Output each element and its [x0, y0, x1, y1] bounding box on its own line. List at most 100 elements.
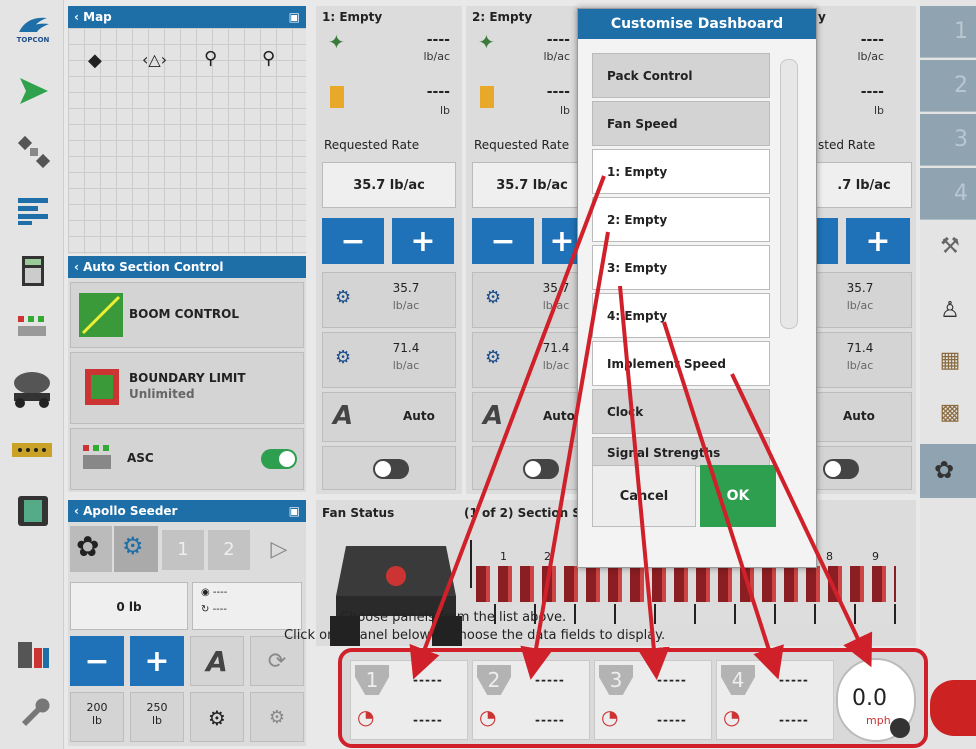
preset-rate-1-button[interactable]: ⚙ 35.7 lb/ac [472, 272, 578, 328]
mini-panel-4[interactable]: 4 ----- ◔ ----- [716, 660, 834, 740]
requested-rate-label: Requested Rate [474, 138, 570, 152]
bins-icon[interactable] [14, 636, 52, 674]
field-settings-icon[interactable]: ▩ [930, 392, 970, 432]
asc-switches-icon[interactable] [14, 308, 52, 346]
product-toggle-row[interactable] [472, 446, 578, 490]
dashboard-tab-1[interactable]: 1 [920, 6, 976, 58]
seeder-weight: 0 lb [70, 582, 188, 630]
preset-rate-1-button[interactable]: 35.7 lb/ac [816, 272, 912, 328]
ok-button[interactable]: OK [700, 465, 776, 527]
instruction-line-1: Choose panels from the list above. [340, 610, 567, 625]
rate-decrease-button[interactable]: − [472, 218, 534, 264]
mini-panel-3[interactable]: 3 ----- ◔ ----- [594, 660, 712, 740]
preset-1-button[interactable]: 200 lb [70, 692, 124, 742]
dialog-scrollbar[interactable] [780, 59, 798, 329]
dashboard-tab-2[interactable]: 2 [920, 60, 976, 112]
dialog-item-1-empty[interactable]: 1: Empty [592, 149, 770, 194]
topcon-logo-icon[interactable]: TOPCON [14, 10, 52, 48]
auto-mode-icon[interactable]: A [190, 636, 244, 686]
rate-decrease-button[interactable]: − [322, 218, 384, 264]
speedometer[interactable]: 0.0 mph [836, 658, 916, 742]
gauge-icon: ◔ [723, 705, 741, 729]
satellite-icon[interactable] [14, 132, 52, 170]
product-rate-unit: lb/ac [857, 50, 884, 63]
mini-panel-1[interactable]: 1 ----- ◔ ----- [350, 660, 468, 740]
tools-icon[interactable]: ⚒ [930, 226, 970, 266]
lock-icon[interactable]: ⚙ [250, 692, 304, 742]
bin-tab-1[interactable]: 1 [162, 530, 204, 570]
product-switch[interactable] [523, 459, 559, 479]
dashboard-tab-4[interactable]: 4 [920, 168, 976, 220]
auto-rate-button[interactable]: A Auto [472, 392, 578, 442]
cancel-button[interactable]: Cancel [592, 465, 696, 527]
product-toggle-row[interactable] [322, 446, 456, 490]
mini-panel-2[interactable]: 2 ----- ◔ ----- [472, 660, 590, 740]
dialog-item-clock[interactable]: Clock [592, 389, 770, 434]
refresh-icon[interactable]: ⟳ [250, 636, 304, 686]
rate-increase-button[interactable]: + [392, 218, 454, 264]
increase-button[interactable]: + [130, 636, 184, 686]
fan-dashboard-tab[interactable]: ✿ [920, 444, 976, 498]
dialog-item-4-empty[interactable]: 4: Empty [592, 293, 770, 338]
dialog-item-signal-strengths[interactable]: Signal Strengths [592, 437, 770, 467]
dashboard-tab-3[interactable]: 3 [920, 114, 976, 166]
dialog-item-implement-speed[interactable]: Implement Speed [592, 341, 770, 386]
map-header[interactable]: ‹ Map ▣ [68, 6, 306, 28]
auto-rate-button[interactable]: Auto [816, 392, 912, 442]
asc-toggle-row[interactable]: ASC [70, 428, 304, 490]
preset-rate-2-button[interactable]: ⚙ 71.4 lb/ac [472, 332, 578, 388]
preset-rate-2-unit: lb/ac [846, 359, 874, 372]
rate-increase-button[interactable]: + [846, 218, 910, 264]
asc-switch[interactable] [261, 449, 297, 469]
harness-icon[interactable] [10, 432, 54, 470]
sections-icon[interactable] [14, 192, 52, 230]
wrench-icon[interactable] [14, 692, 52, 730]
product-switch[interactable] [823, 459, 859, 479]
maximize-icon[interactable]: ▣ [289, 6, 300, 28]
field-icon[interactable]: ▦ [930, 340, 970, 380]
preset-rate-2-button[interactable]: ⚙ 71.4 lb/ac [322, 332, 456, 388]
operator-icon[interactable]: ♙ [930, 290, 970, 330]
calculator-icon[interactable] [14, 252, 52, 290]
zoom-in-icon[interactable]: ⚲ [262, 48, 275, 69]
fan-tab[interactable]: ✿ [70, 526, 112, 572]
dialog-item-pack-control[interactable]: Pack Control [592, 53, 770, 98]
pan-icon[interactable]: ‹△› [142, 50, 167, 69]
auto-rate-button[interactable]: A Auto [322, 392, 456, 442]
product-switch[interactable] [373, 459, 409, 479]
requested-rate-value[interactable]: 35.7 lb/ac [322, 162, 456, 208]
rate-decrease-button[interactable] [816, 218, 838, 264]
asc-header[interactable]: ‹ Auto Section Control [68, 256, 306, 278]
boom-control-button[interactable]: BOOM CONTROL [70, 282, 304, 348]
film-icon[interactable] [14, 492, 52, 530]
rate-increase-button[interactable]: + [542, 218, 582, 264]
mini-bottom-value: ----- [535, 713, 565, 727]
layers-icon[interactable]: ◆ [88, 50, 102, 71]
apollo-header[interactable]: ‹ Apollo Seeder ▣ [68, 500, 306, 522]
seeder-icon[interactable] [10, 370, 54, 408]
implement-status-icon[interactable] [930, 680, 976, 736]
left-sidebar: TOPCON [0, 0, 64, 749]
product-toggle-row[interactable] [816, 446, 912, 490]
requested-rate-value[interactable]: .7 lb/ac [816, 162, 912, 208]
gauge-icon: ◔ [479, 705, 497, 729]
prime-icon[interactable]: ⚙ [190, 692, 244, 742]
dialog-item-2-empty[interactable]: 2: Empty [592, 197, 770, 242]
zoom-out-icon[interactable]: ⚲ [204, 48, 217, 69]
guidance-arrow-icon[interactable] [14, 72, 52, 110]
preset-rate-1-button[interactable]: ⚙ 35.7 lb/ac [322, 272, 456, 328]
next-tab-icon[interactable]: ▷ [258, 530, 300, 570]
dialog-item-fan-speed[interactable]: Fan Speed [592, 101, 770, 146]
meter-tab[interactable]: ⚙ [114, 526, 158, 572]
preset-2-unit: lb [151, 714, 163, 727]
requested-rate-value[interactable]: 35.7 lb/ac [472, 162, 592, 208]
decrease-button[interactable]: − [70, 636, 124, 686]
bin-unit: lb [873, 104, 884, 117]
bin-tab-2[interactable]: 2 [208, 530, 250, 570]
dialog-item-3-empty[interactable]: 3: Empty [592, 245, 770, 290]
boundary-limit-button[interactable]: BOUNDARY LIMIT Unlimited [70, 352, 304, 424]
gauge-icon: ◔ [357, 705, 375, 729]
preset-2-button[interactable]: 250 lb [130, 692, 184, 742]
preset-rate-2-button[interactable]: 71.4 lb/ac [816, 332, 912, 388]
maximize-icon[interactable]: ▣ [289, 500, 300, 522]
